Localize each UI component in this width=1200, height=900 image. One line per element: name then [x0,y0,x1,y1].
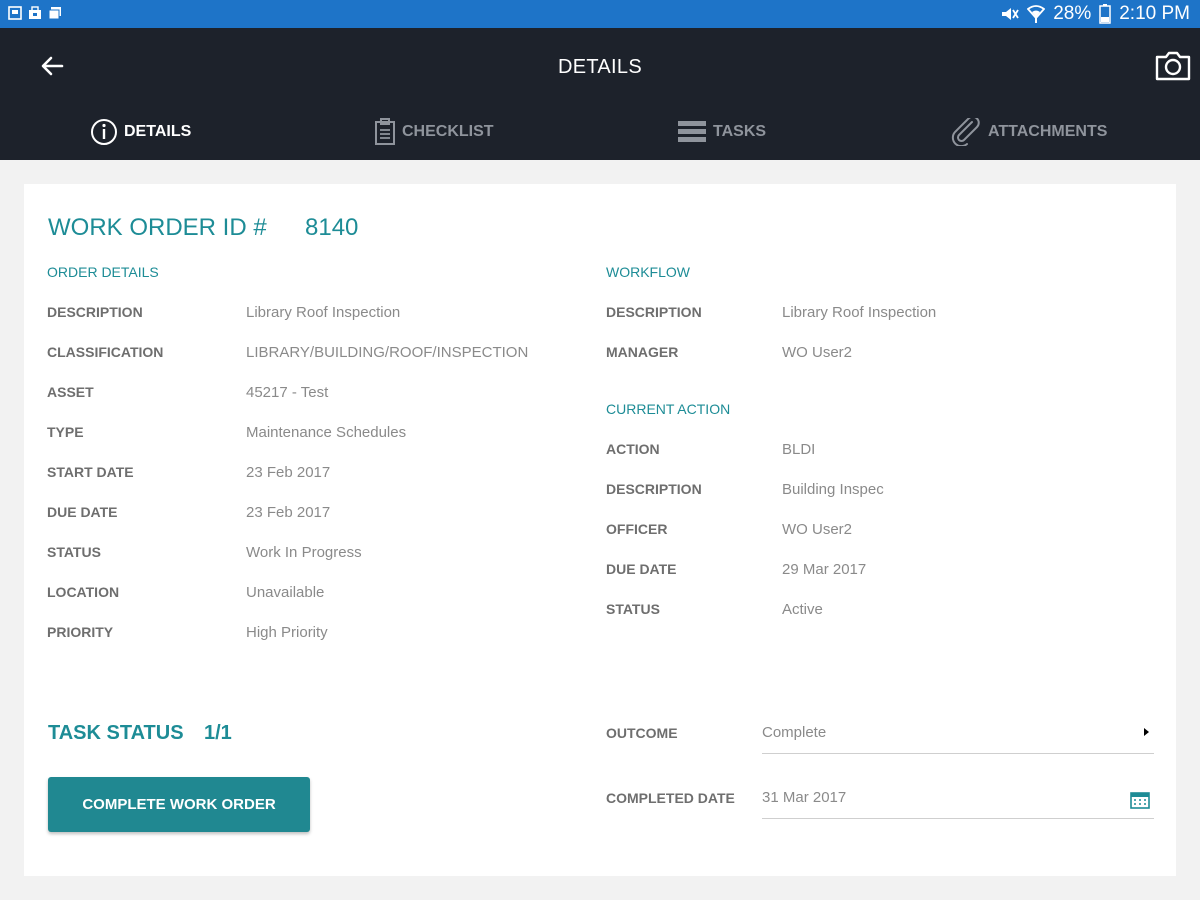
priority-value: High Priority [246,624,328,641]
tab-checklist[interactable]: CHECKLIST [374,118,494,146]
tab-details-label: DETAILS [124,123,192,140]
dropdown-arrow-icon [1144,728,1149,736]
order-status-label: STATUS [47,544,101,560]
action-label: ACTION [606,441,660,457]
calendar-icon[interactable] [1130,791,1150,809]
order-status-value: Work In Progress [246,544,362,561]
action-description-value: Building Inspec [782,481,884,498]
order-due-date-value: 23 Feb 2017 [246,504,331,521]
classification-value: LIBRARY/BUILDING/ROOF/INSPECTION [246,344,529,361]
classification-label: CLASSIFICATION [47,344,164,360]
action-status-value: Active [782,601,823,618]
app-bar: DETAILS DETAILS CHECKLIST TASKS ATTACHME… [0,28,1200,160]
clipboard-icon [375,118,395,145]
outcome-dropdown[interactable]: Complete [762,718,1154,754]
manager-label: MANAGER [606,344,679,360]
paperclip-icon [951,118,980,146]
start-date-label: START DATE [47,464,134,480]
officer-value: WO User2 [782,521,853,538]
battery-percent: 28% [1053,3,1092,24]
completed-date-field[interactable]: 31 Mar 2017 [762,783,1154,819]
status-right: 28% 2:10 PM [999,3,1190,25]
type-label: TYPE [47,424,84,440]
info-icon [91,119,117,145]
status-bar: 28% 2:10 PM [0,0,1200,28]
current-action-heading: CURRENT ACTION [606,401,731,417]
completed-date-value: 31 Mar 2017 [762,789,847,806]
asset-label: ASSET [47,384,94,400]
work-order-id-label: WORK ORDER ID # [48,214,267,241]
store-icon [29,6,41,19]
completed-date-label: COMPLETED DATE [606,790,735,806]
work-order-card: WORK ORDER ID # 8140 ORDER DETAILS DESCR… [24,184,1176,876]
start-date-value: 23 Feb 2017 [246,464,331,481]
officer-label: OFFICER [606,521,668,537]
order-description-label: DESCRIPTION [47,304,143,320]
workflow-description-value: Library Roof Inspection [782,304,937,321]
asset-value: 45217 - Test [246,384,329,401]
location-label: LOCATION [47,584,120,600]
notification-icons [8,6,62,20]
order-due-date-label: DUE DATE [47,504,118,520]
tab-checklist-label: CHECKLIST [402,123,494,140]
tab-attachments-label: ATTACHMENTS [988,123,1108,140]
clock: 2:10 PM [1119,3,1190,24]
order-details-heading: ORDER DETAILS [47,264,159,280]
page-title: DETAILS [558,56,642,78]
action-status-label: STATUS [606,601,660,617]
notification-icon [8,6,22,20]
order-description-value: Library Roof Inspection [246,304,401,321]
wifi-icon [1027,5,1046,23]
workflow-heading: WORKFLOW [606,264,690,280]
action-value: BLDI [782,441,816,458]
action-due-date-value: 29 Mar 2017 [782,561,867,578]
tab-details[interactable]: DETAILS [90,118,191,146]
list-icon [678,121,706,142]
type-value: Maintenance Schedules [246,424,407,441]
priority-label: PRIORITY [47,624,114,640]
gallery-icon [48,7,61,20]
workflow-description-label: DESCRIPTION [606,304,702,320]
complete-work-order-button[interactable]: COMPLETE WORK ORDER [48,777,310,832]
task-status-count: 1/1 [204,722,232,744]
outcome-label: OUTCOME [606,725,678,741]
mute-icon [1002,8,1019,20]
outcome-value: Complete [762,724,827,741]
tab-attachments[interactable]: ATTACHMENTS [950,118,1107,146]
action-due-date-label: DUE DATE [606,561,677,577]
manager-value: WO User2 [782,344,853,361]
location-value: Unavailable [246,584,325,601]
tab-bar: DETAILS CHECKLIST TASKS ATTACHMENTS [0,112,1200,156]
battery-icon [1099,4,1111,24]
action-description-label: DESCRIPTION [606,481,702,497]
camera-icon[interactable] [1154,48,1192,84]
work-order-id-value: 8140 [305,214,359,241]
tab-tasks-label: TASKS [713,123,767,140]
task-status-label: TASK STATUS [48,722,184,744]
tab-tasks[interactable]: TASKS [677,118,766,146]
